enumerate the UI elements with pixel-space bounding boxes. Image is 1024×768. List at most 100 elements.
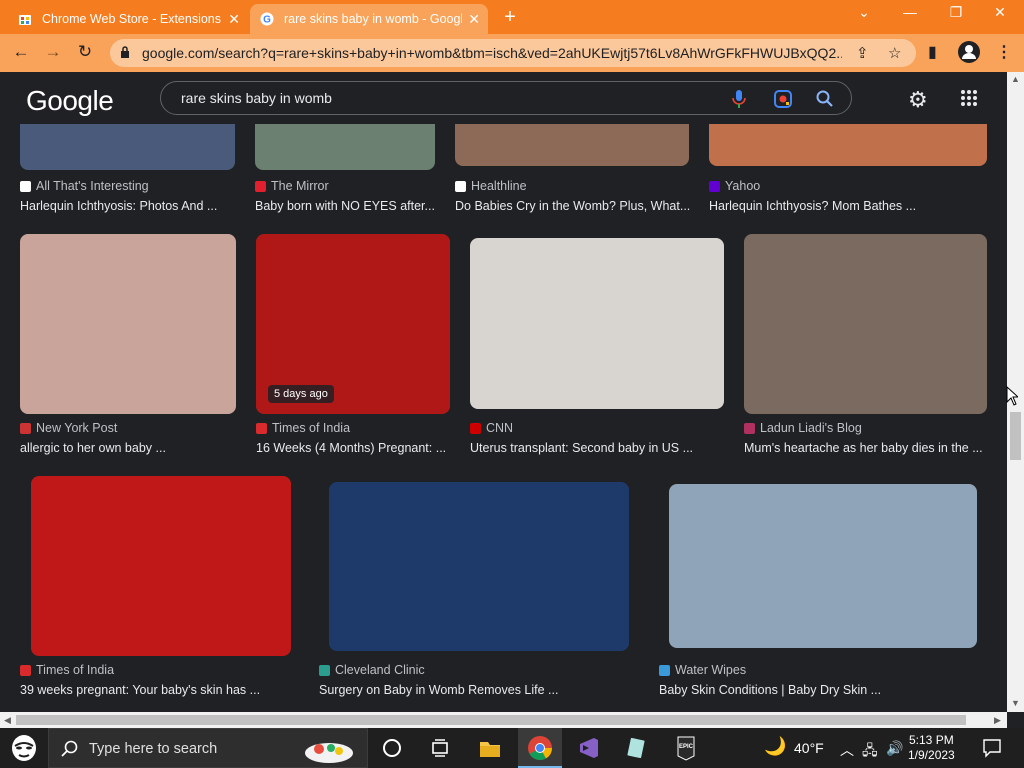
result-thumbnail[interactable] [709, 124, 987, 166]
result-title[interactable]: Harlequin Ichthyosis: Photos And ... [20, 199, 217, 213]
tab-chrome-web-store[interactable]: Chrome Web Store - Extensions ✕ [8, 4, 248, 34]
google-lens-icon[interactable] [773, 89, 793, 109]
result-source[interactable]: Ladun Liadi's Blog [744, 421, 862, 435]
scroll-left-arrow[interactable]: ◀ [4, 715, 11, 726]
visual-studio-icon[interactable] [574, 734, 602, 762]
microphone-icon[interactable] [731, 89, 747, 109]
tab-google-search[interactable]: G rare skins baby in womb - Google ✕ [250, 4, 488, 34]
google-logo[interactable]: Google [26, 85, 114, 117]
weather-moon-icon[interactable]: 🌙 [764, 736, 786, 757]
result-thumbnail[interactable] [31, 476, 291, 656]
source-icon [20, 422, 31, 434]
result-thumbnail[interactable] [20, 124, 235, 170]
google-apps-icon[interactable] [960, 89, 978, 107]
close-tab-icon[interactable]: ✕ [228, 11, 240, 28]
result-thumbnail[interactable] [20, 234, 236, 414]
result-thumbnail[interactable] [455, 124, 689, 166]
result-thumbnail[interactable] [470, 238, 724, 409]
result-source[interactable]: All That's Interesting [20, 179, 149, 193]
result-title[interactable]: allergic to her own baby ... [20, 441, 166, 455]
result-thumbnail[interactable] [329, 482, 629, 651]
result-title[interactable]: Mum's heartache as her baby dies in the … [744, 441, 983, 455]
svg-text:G: G [263, 15, 271, 26]
source-icon [255, 180, 266, 192]
network-icon[interactable]: 🖧 [862, 740, 878, 764]
source-icon [20, 664, 31, 676]
result-source[interactable]: CNN [470, 421, 513, 435]
scroll-right-arrow[interactable]: ▶ [994, 715, 1001, 726]
weather-temperature[interactable]: 40°F [794, 740, 824, 756]
profile-avatar[interactable] [958, 41, 980, 63]
result-title[interactable]: Do Babies Cry in the Womb? Plus, What... [455, 199, 690, 213]
result-source[interactable]: Yahoo [709, 179, 760, 193]
tab-title: rare skins baby in womb - Google [284, 12, 462, 26]
vertical-scroll-thumb[interactable] [1010, 412, 1021, 460]
file-explorer-icon[interactable] [476, 734, 504, 762]
horizontal-scrollbar[interactable]: ◀ ▶ [0, 712, 1007, 728]
close-tab-icon[interactable]: ✕ [468, 11, 480, 28]
result-title[interactable]: Baby born with NO EYES after... [255, 199, 435, 213]
show-hidden-icons-chevron-icon[interactable]: ︿ [840, 740, 854, 760]
source-icon [256, 422, 267, 434]
result-title[interactable]: 39 weeks pregnant: Your baby's skin has … [20, 683, 260, 697]
result-source[interactable]: Times of India [256, 421, 350, 435]
side-panel-icon[interactable]: ▮ [928, 42, 937, 62]
menu-kebab-icon[interactable]: ⋮ [996, 42, 1012, 62]
share-icon[interactable]: ⇪ [856, 44, 869, 62]
browser-toolbar: ← → ↻ google.com/search?q=rare+skins+bab… [0, 34, 1024, 72]
svg-text:EPIC: EPIC [679, 744, 694, 750]
start-button-icon[interactable] [10, 734, 38, 762]
minimize-button[interactable]: — [898, 4, 922, 20]
image-results-grid: All That's Interesting Harlequin Ichthyo… [0, 124, 1007, 712]
scroll-down-arrow[interactable]: ▼ [1011, 698, 1020, 708]
clock-date: 1/9/2023 [908, 748, 955, 762]
search-icon[interactable] [815, 89, 835, 109]
result-title[interactable]: Harlequin Ichthyosis? Mom Bathes ... [709, 199, 916, 213]
settings-gear-icon[interactable]: ⚙ [908, 87, 928, 113]
scroll-up-arrow[interactable]: ▲ [1011, 74, 1020, 84]
taskbar-search-box[interactable]: Type here to search [48, 728, 368, 768]
forward-button[interactable]: → [42, 42, 64, 62]
notepad-plus-icon[interactable] [622, 734, 650, 762]
result-thumbnail[interactable] [744, 234, 987, 414]
google-header: Google rare skins baby in womb ⚙ [0, 72, 1007, 124]
close-window-button[interactable]: ✕ [988, 4, 1012, 21]
source-icon [319, 664, 330, 676]
mouse-cursor-icon [1006, 386, 1018, 406]
result-thumbnail[interactable] [669, 484, 977, 648]
result-title[interactable]: Baby Skin Conditions | Baby Dry Skin ... [659, 683, 881, 697]
search-query[interactable]: rare skins baby in womb [181, 90, 332, 106]
result-title[interactable]: Uterus transplant: Second baby in US ... [470, 441, 693, 455]
result-thumbnail[interactable]: 5 days ago [256, 234, 450, 414]
result-title[interactable]: Surgery on Baby in Womb Removes Life ... [319, 683, 558, 697]
result-source[interactable]: Healthline [455, 179, 527, 193]
result-thumbnail[interactable] [255, 124, 435, 170]
source-icon [709, 180, 720, 192]
back-button[interactable]: ← [10, 42, 32, 62]
cortana-icon[interactable] [378, 734, 406, 762]
restore-button[interactable]: ❐ [944, 4, 968, 21]
address-bar[interactable]: google.com/search?q=rare+skins+baby+in+w… [110, 39, 916, 67]
result-source[interactable]: Times of India [20, 663, 114, 677]
source-icon [20, 180, 31, 192]
bookmark-star-icon[interactable]: ☆ [888, 44, 901, 62]
search-box[interactable]: rare skins baby in womb [160, 81, 852, 115]
search-icon [61, 740, 78, 757]
tab-search-icon[interactable]: ⌄ [852, 4, 876, 21]
horizontal-scroll-thumb[interactable] [16, 715, 966, 725]
epic-games-icon[interactable]: EPIC [672, 734, 700, 762]
result-source[interactable]: New York Post [20, 421, 117, 435]
reload-button[interactable]: ↻ [74, 42, 96, 62]
result-source[interactable]: The Mirror [255, 179, 329, 193]
task-view-icon[interactable] [426, 734, 454, 762]
new-tab-button[interactable]: + [500, 6, 520, 29]
system-clock[interactable]: 5:13 PM 1/9/2023 [908, 733, 955, 763]
result-source[interactable]: Water Wipes [659, 663, 746, 677]
source-icon [470, 422, 481, 434]
notifications-icon[interactable] [982, 738, 1002, 758]
age-badge: 5 days ago [268, 385, 334, 403]
volume-icon[interactable]: 🔊 [886, 740, 903, 757]
result-title[interactable]: 16 Weeks (4 Months) Pregnant: ... [256, 441, 446, 455]
result-source[interactable]: Cleveland Clinic [319, 663, 425, 677]
chrome-taskbar-button[interactable] [518, 728, 562, 768]
